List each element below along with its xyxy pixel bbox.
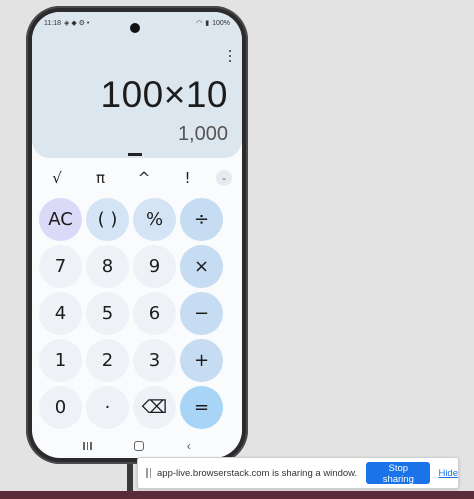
digit-1-button[interactable]: 1 xyxy=(39,339,82,382)
digit-4-button[interactable]: 4 xyxy=(39,292,82,335)
divide-button[interactable]: ÷ xyxy=(180,198,223,241)
navigation-bar: ‹ xyxy=(32,434,242,458)
home-icon[interactable] xyxy=(134,441,145,451)
more-options-icon[interactable] xyxy=(228,50,232,62)
digit-7-button[interactable]: 7 xyxy=(39,245,82,288)
digit-9-button[interactable]: 9 xyxy=(133,245,176,288)
digit-6-button[interactable]: 6 xyxy=(133,292,176,335)
expression-text: 100×10 xyxy=(100,74,228,115)
back-icon[interactable]: ‹ xyxy=(187,439,191,453)
share-message: app-live.browserstack.com is sharing a w… xyxy=(157,467,358,479)
percent-button[interactable]: % xyxy=(133,198,176,241)
plus-button[interactable]: + xyxy=(180,339,223,382)
phone-frame: 11:18 ◈ ◆ ⚙ • ◠ ▮ 100% 100×10 1,000 √ π … xyxy=(26,6,248,464)
digit-0-button[interactable]: 0 xyxy=(39,386,82,429)
battery-level: 100% xyxy=(212,19,230,27)
chevron-down-icon[interactable]: ⌄ xyxy=(216,170,232,186)
sqrt-button[interactable]: √ xyxy=(42,169,72,187)
backspace-button[interactable]: ⌫ xyxy=(133,386,176,429)
status-time: 11:18 xyxy=(44,19,61,27)
front-camera xyxy=(130,23,140,33)
minus-button[interactable]: − xyxy=(180,292,223,335)
drag-handle-icon[interactable] xyxy=(146,468,151,478)
taskbar-strip xyxy=(0,491,474,499)
equals-button[interactable]: = xyxy=(180,386,223,429)
notification-icons: ◈ ◆ ⚙ • xyxy=(64,20,90,27)
pi-button[interactable]: π xyxy=(86,169,116,187)
keypad: AC( )% ÷ 7 8 9 × 4 5 6− 1 2 3 +0 · ⌫ = xyxy=(39,198,235,429)
digit-8-button[interactable]: 8 xyxy=(86,245,129,288)
digit-3-button[interactable]: 3 xyxy=(133,339,176,382)
screen-share-bar: app-live.browserstack.com is sharing a w… xyxy=(137,457,459,489)
digit-5-button[interactable]: 5 xyxy=(86,292,129,335)
power-button[interactable]: ^ xyxy=(129,169,159,187)
phone-screen: 11:18 ◈ ◆ ⚙ • ◠ ▮ 100% 100×10 1,000 √ π … xyxy=(32,12,242,458)
stop-sharing-button[interactable]: Stop sharing xyxy=(366,462,431,485)
parentheses-button[interactable]: ( ) xyxy=(86,198,129,241)
decimal-button[interactable]: · xyxy=(86,386,129,429)
input-cursor xyxy=(128,153,142,156)
wifi-icon: ◠ xyxy=(196,20,203,27)
clear-button[interactable]: AC xyxy=(39,198,82,241)
factorial-button[interactable]: ! xyxy=(173,169,203,187)
result-preview: 1,000 xyxy=(177,123,228,145)
recents-icon[interactable] xyxy=(83,442,92,450)
digit-2-button[interactable]: 2 xyxy=(86,339,129,382)
scientific-row: √ π ^ ! ⌄ xyxy=(42,164,232,192)
hide-link[interactable]: Hide xyxy=(438,468,458,479)
multiply-button[interactable]: × xyxy=(180,245,223,288)
signal-icon: ▮ xyxy=(205,20,210,27)
